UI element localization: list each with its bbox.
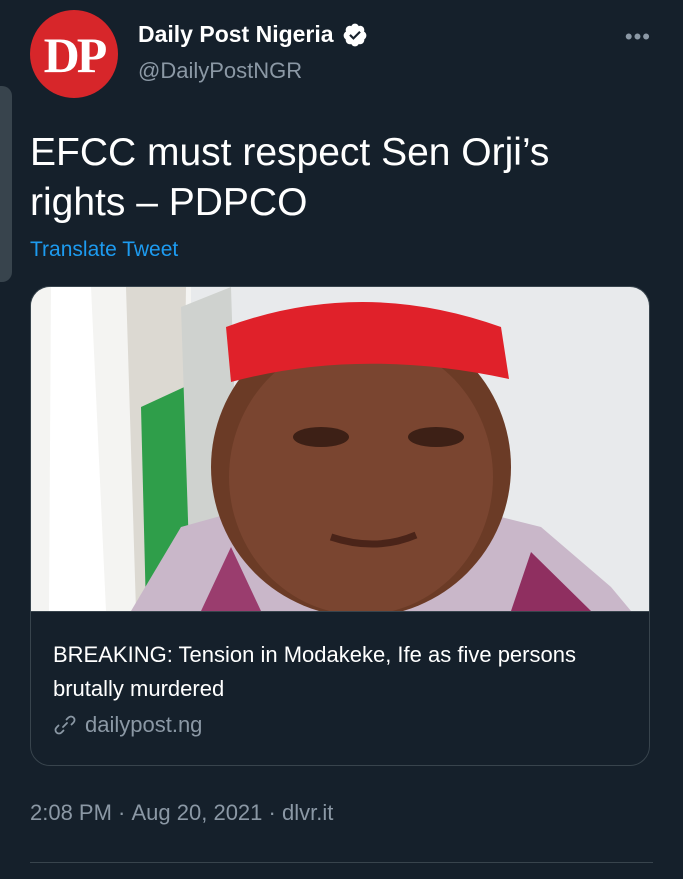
name-row: Daily Post Nigeria — [138, 21, 368, 48]
tweet-date[interactable]: Aug 20, 2021 — [132, 800, 263, 826]
avatar[interactable]: DP — [30, 10, 118, 98]
card-title: BREAKING: Tension in Modakeke, Ife as fi… — [53, 642, 576, 701]
more-options-icon[interactable]: ••• — [625, 24, 651, 50]
tweet-source[interactable]: dlvr.it — [282, 800, 333, 826]
card-body: BREAKING: Tension in Modakeke, Ife as fi… — [31, 611, 649, 765]
tweet-time[interactable]: 2:08 PM — [30, 800, 112, 826]
side-panel-tab[interactable] — [0, 86, 12, 282]
user-handle[interactable]: @DailyPostNGR — [138, 58, 302, 84]
link-preview-card[interactable]: BREAKING: Tension in Modakeke, Ife as fi… — [30, 286, 650, 766]
avatar-logo-text: DP — [43, 27, 108, 83]
translate-tweet-link[interactable]: Translate Tweet — [30, 238, 178, 262]
display-name[interactable]: Daily Post Nigeria — [138, 21, 334, 48]
verified-badge-icon — [343, 23, 366, 46]
meta-separator: · — [262, 800, 282, 825]
card-photo — [31, 287, 649, 611]
card-domain: dailypost.ng — [85, 712, 203, 737]
tweet-header: DP Daily Post Nigeria @DailyPostNGR ••• — [30, 10, 653, 100]
tweet-text: EFCC must respect Sen Orji’s rights – PD… — [30, 131, 550, 224]
meta-separator: · — [111, 800, 132, 825]
link-icon — [54, 715, 76, 735]
divider — [30, 862, 653, 863]
tweet-meta: 2:08 PM · Aug 20, 2021 · dlvr.it — [30, 800, 333, 826]
card-domain-row: dailypost.ng — [53, 712, 202, 738]
